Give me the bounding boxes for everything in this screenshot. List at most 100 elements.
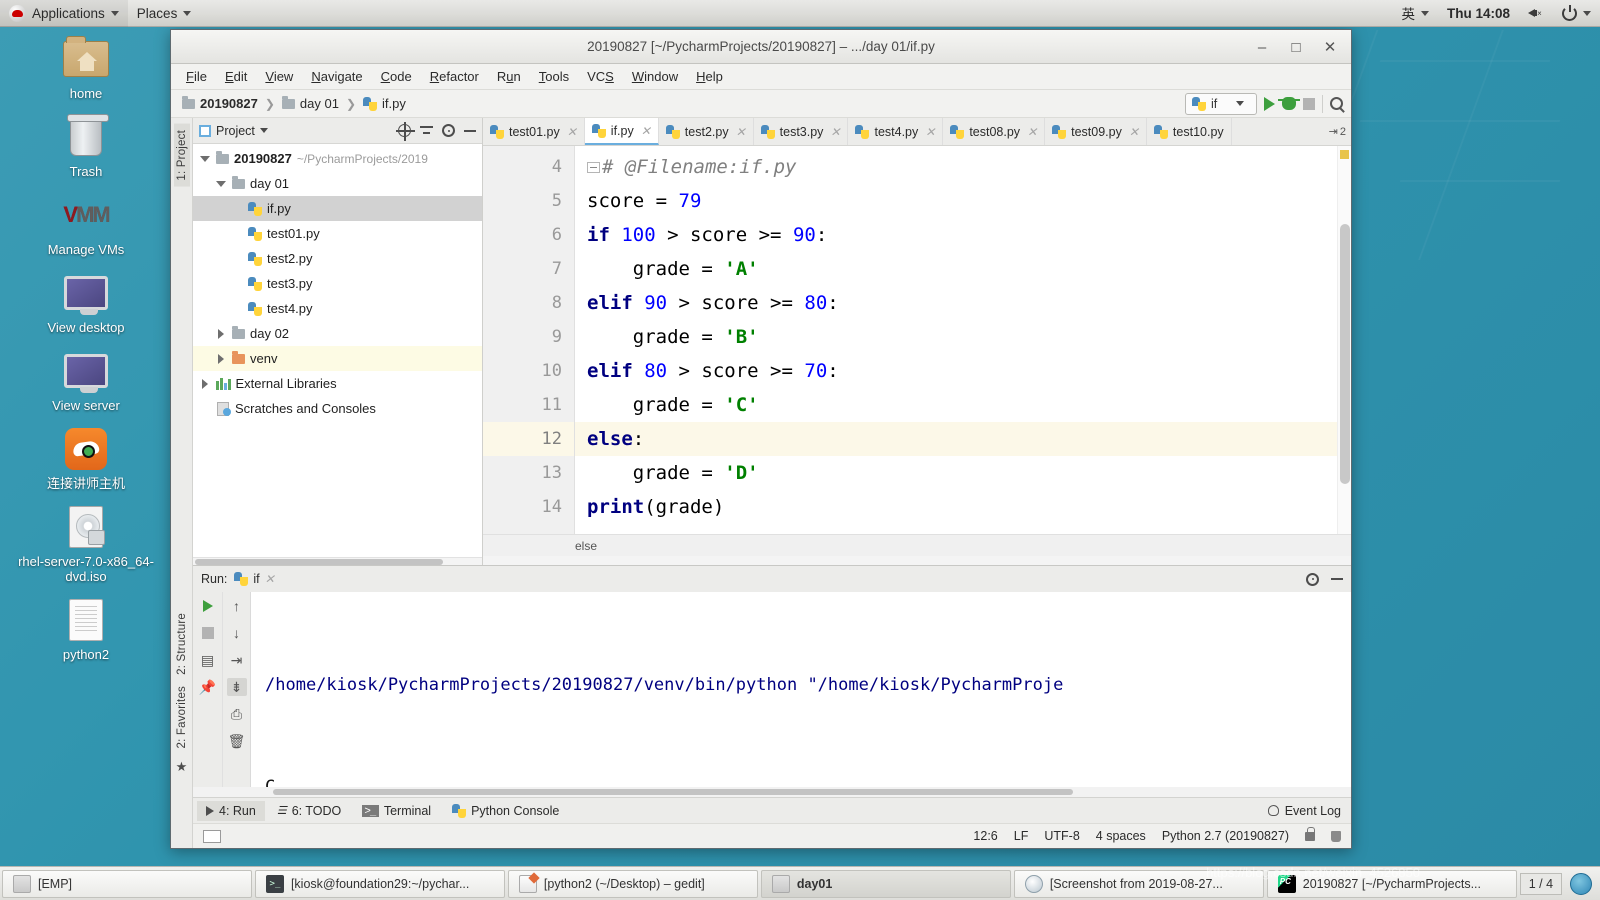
- tree-node-day02[interactable]: day 02: [193, 321, 482, 346]
- project-tree-horizontal-scrollbar[interactable]: [193, 557, 482, 565]
- code-text-area[interactable]: # @Filename:if.py score = 79 if 100 > sc…: [575, 146, 1337, 534]
- tool-button-run[interactable]: 4: Run: [197, 800, 265, 821]
- tree-node-test01-py[interactable]: test01.py: [193, 221, 482, 246]
- taskbar-item-emp[interactable]: [EMP]: [2, 869, 252, 898]
- status-indent[interactable]: 4 spaces: [1096, 829, 1146, 843]
- tree-node-test4-py[interactable]: test4.py: [193, 296, 482, 321]
- trash-icon[interactable]: [1331, 830, 1341, 842]
- breadcrumb-project[interactable]: 20190827: [179, 94, 261, 113]
- tree-node-day01[interactable]: day 01: [193, 171, 482, 196]
- menu-tools[interactable]: Tools: [530, 66, 578, 87]
- project-tree[interactable]: 20190827 ~/PycharmProjects/2019 day 01 i…: [193, 144, 482, 557]
- status-encoding[interactable]: UTF-8: [1044, 829, 1079, 843]
- tab-test09-py[interactable]: test09.py ✕: [1045, 118, 1147, 145]
- tree-node-test3-py[interactable]: test3.py: [193, 271, 482, 296]
- menu-run[interactable]: Run: [488, 66, 530, 87]
- tab-test3-py[interactable]: test3.py ✕: [754, 118, 849, 145]
- status-caret-position[interactable]: 12:6: [973, 829, 997, 843]
- tab-test08-py[interactable]: test08.py ✕: [943, 118, 1046, 145]
- run-console-output[interactable]: /home/kiosk/PycharmProjects/20190827/ven…: [251, 592, 1351, 787]
- code-fold-icon[interactable]: [587, 162, 600, 173]
- tree-node-external-libraries[interactable]: External Libraries: [193, 371, 482, 396]
- sidebar-item-favorites[interactable]: 2: Favorites: [174, 680, 190, 754]
- menu-edit[interactable]: Edit: [216, 66, 256, 87]
- taskbar-item-gedit[interactable]: [python2 (~/Desktop) – gedit]: [507, 869, 758, 898]
- scroll-to-end-icon[interactable]: ⇟: [226, 678, 247, 696]
- desktop-icon-trash[interactable]: Trash: [0, 113, 172, 179]
- clear-all-icon[interactable]: 🗑: [227, 732, 247, 750]
- twisty-collapsed-icon[interactable]: [199, 378, 211, 389]
- desktop-icon-view-desktop[interactable]: View desktop: [0, 269, 172, 335]
- console-horizontal-scrollbar[interactable]: [193, 787, 1351, 797]
- tool-button-todo[interactable]: ☰ 6: TODO: [268, 801, 350, 821]
- search-icon[interactable]: [1330, 97, 1343, 110]
- menu-vcs[interactable]: VCS: [578, 66, 623, 87]
- breadcrumb-day01[interactable]: day 01: [279, 94, 342, 113]
- stop-button[interactable]: [1303, 97, 1315, 110]
- gnome-top-panel[interactable]: Applications Places 英 Thu 14:08 ×: [0, 0, 1600, 27]
- status-interpreter[interactable]: Python 2.7 (20190827): [1162, 829, 1289, 843]
- desktop-icon-connect-instructor[interactable]: 连接讲师主机: [0, 425, 172, 491]
- debug-button[interactable]: [1278, 97, 1300, 110]
- close-icon[interactable]: ✕: [736, 125, 746, 139]
- layout-icon[interactable]: ▤: [198, 651, 218, 669]
- tab-test10-py[interactable]: test10.py: [1147, 118, 1232, 145]
- warning-marker-icon[interactable]: [1340, 150, 1349, 159]
- close-icon[interactable]: ✕: [641, 124, 651, 138]
- close-icon[interactable]: ✕: [567, 125, 577, 139]
- hide-icon[interactable]: [464, 129, 476, 132]
- tab-test01-py[interactable]: test01.py ✕: [483, 118, 585, 145]
- run-button[interactable]: [1264, 96, 1275, 111]
- menu-code[interactable]: Code: [372, 66, 421, 87]
- project-panel-title[interactable]: Project: [199, 124, 268, 138]
- editor-vertical-scrollbar[interactable]: [1340, 224, 1350, 484]
- minimize-button[interactable]: –: [1245, 32, 1279, 62]
- rerun-icon[interactable]: [198, 597, 218, 615]
- show-desktop-icon[interactable]: [1570, 872, 1593, 895]
- editor-breadcrumb[interactable]: else: [483, 534, 1351, 556]
- places-menu[interactable]: Places: [128, 0, 201, 27]
- tab-overflow-button[interactable]: ⇥ 2: [1324, 118, 1351, 145]
- sidebar-item-project[interactable]: 1: Project: [173, 124, 190, 187]
- status-line-separator[interactable]: LF: [1014, 829, 1029, 843]
- settings-gear-icon[interactable]: [1306, 572, 1319, 586]
- settings-gear-icon[interactable]: [442, 124, 455, 137]
- run-configuration-selector[interactable]: if: [1185, 92, 1257, 115]
- close-button[interactable]: ✕: [1313, 32, 1347, 62]
- tab-if-py[interactable]: if.py ✕: [584, 118, 659, 145]
- print-icon[interactable]: ⎙: [227, 705, 247, 723]
- tool-button-python-console[interactable]: Python Console: [443, 801, 568, 821]
- maximize-button[interactable]: □: [1279, 32, 1313, 62]
- power-menu[interactable]: [1553, 0, 1600, 27]
- pin-icon[interactable]: 📌: [198, 678, 218, 696]
- menu-file[interactable]: File: [177, 66, 216, 87]
- window-title-bar[interactable]: 20190827 [~/PycharmProjects/20190827] – …: [171, 30, 1351, 64]
- minimize-icon[interactable]: [1331, 578, 1343, 580]
- tab-test4-py[interactable]: test4.py ✕: [848, 118, 944, 145]
- volume-indicator[interactable]: ×: [1519, 0, 1553, 27]
- tool-button-terminal[interactable]: >_ Terminal: [353, 801, 440, 821]
- menu-window[interactable]: Window: [623, 66, 687, 87]
- editor-horizontal-scrollbar[interactable]: [483, 556, 1351, 565]
- menu-help[interactable]: Help: [687, 66, 732, 87]
- clock[interactable]: Thu 14:08: [1438, 0, 1519, 27]
- close-icon[interactable]: ✕: [265, 572, 275, 586]
- stop-icon[interactable]: [198, 624, 218, 642]
- desktop-icon-manage-vms[interactable]: VMM Manage VMs: [0, 191, 172, 257]
- menu-navigate[interactable]: Navigate: [302, 66, 371, 87]
- menu-view[interactable]: View: [256, 66, 302, 87]
- close-icon[interactable]: ✕: [1129, 125, 1139, 139]
- event-log-button[interactable]: Event Log: [1267, 804, 1351, 818]
- target-icon[interactable]: [396, 122, 415, 141]
- editor-marker-gutter[interactable]: [1337, 146, 1351, 534]
- twisty-expanded-icon[interactable]: [215, 180, 227, 187]
- applications-menu[interactable]: Applications: [0, 0, 128, 27]
- desktop-icon-python2[interactable]: python2: [0, 596, 172, 662]
- tree-node-test2-py[interactable]: test2.py: [193, 246, 482, 271]
- status-toggle-icon[interactable]: [203, 829, 221, 843]
- desktop-icon-rhel-iso[interactable]: rhel-server-7.0-x86_64-dvd.iso: [0, 503, 172, 584]
- run-tab-if[interactable]: if ✕: [234, 572, 275, 586]
- desktop-icon-home[interactable]: home: [0, 35, 172, 101]
- desktop-icon-view-server[interactable]: View server: [0, 347, 172, 413]
- taskbar-item-terminal[interactable]: >_ [kiosk@foundation29:~/pychar...: [254, 869, 505, 898]
